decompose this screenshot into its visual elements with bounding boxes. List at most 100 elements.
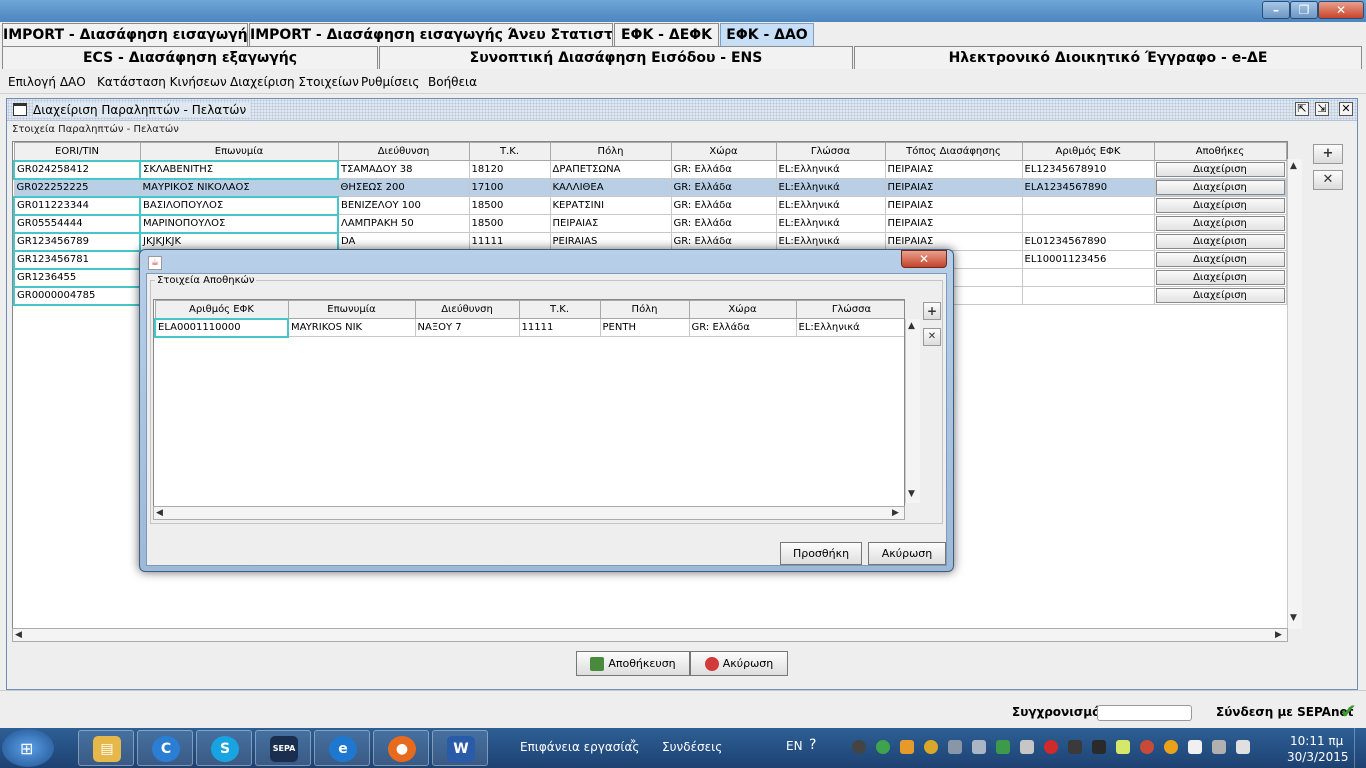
tray-icon-13[interactable]: [1140, 740, 1154, 754]
manage-warehouses-button[interactable]: Διαχείριση: [1155, 180, 1285, 195]
table-cell[interactable]: ΠΕΙΡΑΙΑΣ: [884, 160, 1023, 179]
table-cell[interactable]: ΔΡΑΠΕΤΣΩΝΑ: [549, 160, 672, 179]
menu-settings[interactable]: Ρυθμίσεις: [361, 75, 419, 89]
network-tray-icon[interactable]: [1188, 740, 1202, 754]
table-horizontal-scrollbar[interactable]: ◀ ▶: [12, 628, 1288, 642]
manage-warehouses-button[interactable]: Διαχείριση: [1155, 234, 1285, 249]
table-cell[interactable]: GR1236455: [13, 267, 141, 288]
taskbar-explorer[interactable]: ▤: [78, 730, 134, 766]
manage-warehouses-button[interactable]: Διαχείριση: [1155, 198, 1285, 213]
dialog-column-header[interactable]: Τ.Κ.: [518, 300, 601, 319]
table-row[interactable]: GR022252225 ΜΑΥΡΙΚΟΣ ΝΙΚΟΛΑΟΣ ΘΗΣΕΩΣ 200 17…: [13, 178, 1287, 197]
menu-select-dao[interactable]: Επιλογή ΔΑΟ: [8, 75, 86, 89]
manage-warehouses-button[interactable]: Διαχείριση: [1155, 162, 1285, 177]
dialog-cancel-button[interactable]: Ακύρωση: [868, 542, 946, 565]
dialog-add-button[interactable]: Προσθήκη: [780, 542, 862, 565]
table-cell[interactable]: ΠΕΙΡΑΙΑΣ: [549, 214, 672, 233]
table-cell[interactable]: EL10001123456: [1021, 250, 1155, 269]
tray-icon-1[interactable]: [852, 740, 866, 754]
table-cell[interactable]: GR: Ελλάδα: [670, 214, 777, 233]
table-cell[interactable]: ΤΣΑΜΑΔΟΥ 38: [337, 160, 470, 179]
table-cell[interactable]: 18120: [468, 160, 551, 179]
dialog-column-header[interactable]: Γλώσσα: [795, 300, 904, 319]
table-cell[interactable]: EL:Ελληνικά: [775, 160, 886, 179]
table-cell[interactable]: ΛΑΜΠΡΑΚΗ 50: [337, 214, 470, 233]
table-cell[interactable]: GR024258412: [13, 159, 141, 180]
manage-warehouses-button[interactable]: Διαχείριση: [1155, 252, 1285, 267]
table-cell[interactable]: 11111: [468, 232, 551, 251]
table-row[interactable]: GR123456789 JKJKJKJK DA 11111 PEIRAIAS GR: Ελ…: [13, 231, 1287, 252]
column-header[interactable]: Αριθμός ΕΦΚ: [1021, 142, 1155, 161]
show-desktop-button[interactable]: [1354, 728, 1366, 768]
table-cell[interactable]: PEIRAIAS: [549, 232, 672, 251]
dialog-horizontal-scrollbar[interactable]: ◀ ▶: [153, 506, 905, 520]
clock-time[interactable]: 10:11 πμ: [1290, 734, 1343, 748]
help-icon[interactable]: ?: [809, 737, 816, 753]
table-cell[interactable]: GR022252225: [13, 178, 141, 197]
table-cell[interactable]: EL01234567890: [1021, 232, 1155, 251]
table-cell[interactable]: 18500: [468, 214, 551, 233]
dialog-vertical-scrollbar[interactable]: ▲ ▼: [905, 319, 920, 503]
bell-tray-icon[interactable]: [948, 740, 962, 754]
table-cell[interactable]: GR011223344: [13, 195, 141, 216]
dialog-column-header[interactable]: Επωνυμία: [287, 300, 416, 319]
tray-icon-8[interactable]: [1020, 740, 1034, 754]
table-cell[interactable]: [1021, 196, 1155, 215]
start-button[interactable]: ⊞: [2, 729, 54, 767]
menu-data-management[interactable]: Διαχείριση Στοιχείων: [230, 75, 359, 89]
table-vertical-scrollbar[interactable]: ▲ ▼: [1287, 159, 1302, 629]
dialog-column-header[interactable]: Πόλη: [599, 300, 690, 319]
table-cell[interactable]: ΚΕΡΑΤΣΙΝΙ: [549, 196, 672, 215]
column-header[interactable]: Αποθήκες: [1153, 142, 1287, 161]
tab-efk-dao[interactable]: ΕΦΚ - ΔΑΟ: [720, 23, 814, 46]
table-row[interactable]: GR024258412 ΣΚΛΑΒΕΝΙΤΗΣ ΤΣΑΜΑΔΟΥ 38 18120 ΔΡ…: [13, 159, 1287, 180]
manage-warehouses-button[interactable]: Διαχείριση: [1155, 270, 1285, 285]
tray-icon-6[interactable]: [972, 740, 986, 754]
table-cell[interactable]: GR: Ελλάδα: [670, 178, 777, 197]
taskbar-sepa[interactable]: SEPA: [255, 730, 311, 766]
dialog-table-cell[interactable]: 11111: [518, 318, 601, 337]
volume-tray-icon[interactable]: [1236, 740, 1250, 754]
tab-import-no-stats[interactable]: IMPORT - Διασάφηση εισαγωγής Άνευ Στατισ…: [249, 23, 613, 46]
tray-icon-3[interactable]: [900, 740, 914, 754]
tray-icon-2[interactable]: [876, 740, 890, 754]
table-cell[interactable]: EL:Ελληνικά: [775, 196, 886, 215]
taskbar-messenger[interactable]: C: [137, 730, 193, 766]
table-cell[interactable]: ΘΗΣΕΩΣ 200: [337, 178, 470, 197]
tab-efk-defk[interactable]: ΕΦΚ - ΔΕΦΚ: [614, 23, 719, 46]
table-cell[interactable]: EL:Ελληνικά: [775, 178, 886, 197]
taskbar-word[interactable]: W: [432, 730, 488, 766]
manage-warehouses-button[interactable]: Διαχείριση: [1155, 288, 1285, 303]
table-row[interactable]: GR05554444 ΜΑΡΙΝΟΠΟΥΛΟΣ ΛΑΜΠΡΑΚΗ 50 18500 ΠΕ…: [13, 213, 1287, 234]
dialog-table-cell[interactable]: ΝΑΞΟΥ 7: [414, 318, 520, 337]
table-cell[interactable]: GR: Ελλάδα: [670, 196, 777, 215]
dialog-add-row-button[interactable]: +: [923, 302, 941, 320]
column-header[interactable]: Γλώσσα: [775, 142, 886, 161]
table-cell[interactable]: EL:Ελληνικά: [775, 232, 886, 251]
dialog-table-cell[interactable]: EL:Ελληνικά: [795, 318, 904, 337]
table-cell[interactable]: GR123456781: [13, 249, 141, 270]
tray-icon-14[interactable]: [1164, 740, 1178, 754]
tray-icon-10[interactable]: [1068, 740, 1082, 754]
delete-row-button[interactable]: ✕: [1313, 170, 1343, 190]
manage-warehouses-button[interactable]: Διαχείριση: [1155, 216, 1285, 231]
dialog-delete-row-button[interactable]: ✕: [923, 328, 941, 346]
tab-e-de[interactable]: Ηλεκτρονικό Διοικητικό Έγγραφο - e-ΔΕ: [854, 46, 1362, 69]
column-header[interactable]: EORI/TIN: [13, 142, 141, 161]
table-cell[interactable]: ΒΑΣΙΛΟΠΟΥΛΟΣ: [139, 195, 339, 216]
column-header[interactable]: Χώρα: [670, 142, 777, 161]
column-header[interactable]: Πόλη: [549, 142, 672, 161]
table-cell[interactable]: ΠΕΙΡΑΙΑΣ: [884, 214, 1023, 233]
tray-icon-12[interactable]: [1116, 740, 1130, 754]
table-cell[interactable]: ΜΑΡΙΝΟΠΟΥΛΟΣ: [139, 213, 339, 234]
table-cell[interactable]: GR0000004785: [13, 285, 141, 306]
table-cell[interactable]: GR05554444: [13, 213, 141, 234]
dialog-table-cell[interactable]: MAYRIKOS NIK: [287, 318, 416, 337]
close-icon[interactable]: ✕: [1339, 102, 1353, 116]
tab-import[interactable]: IMPORT - Διασάφηση εισαγωγής: [2, 23, 248, 46]
close-button[interactable]: ✕: [1318, 1, 1364, 19]
cancel-button[interactable]: Ακύρωση: [690, 651, 788, 676]
dialog-close-button[interactable]: ✕: [901, 250, 947, 268]
desktop-toolbar-label[interactable]: Επιφάνεια εργασίας: [520, 740, 639, 754]
table-cell[interactable]: GR123456789: [13, 231, 141, 252]
